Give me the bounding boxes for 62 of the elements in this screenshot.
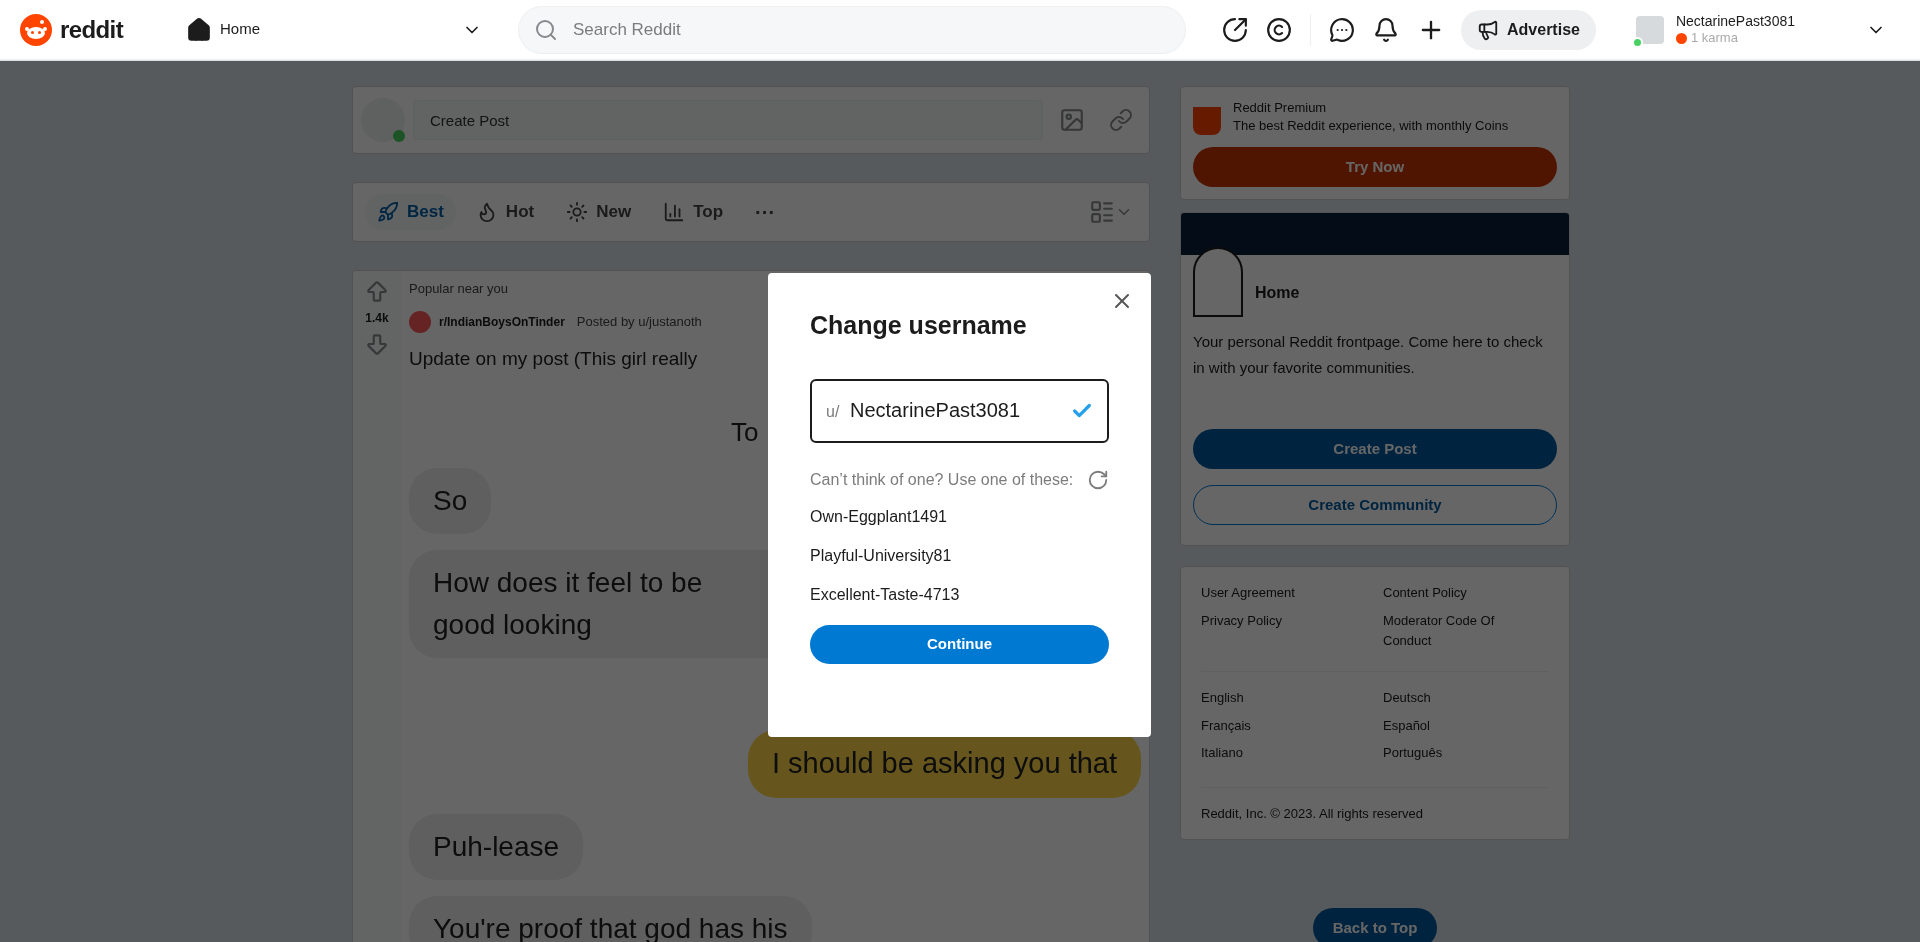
search-field[interactable]: Search Reddit: [518, 5, 1186, 54]
new-sort-icon: [566, 201, 589, 223]
notification-bell-icon[interactable]: [1373, 16, 1399, 43]
message-bubble: So: [409, 468, 492, 534]
chat-header: To: [731, 416, 759, 449]
language-link[interactable]: Português: [1383, 743, 1549, 763]
user-menu[interactable]: NectarinePast3081 1 karma: [1635, 7, 1886, 52]
language-link[interactable]: English: [1201, 688, 1367, 708]
home-title: Home: [1255, 283, 1300, 303]
link-icon[interactable]: [1109, 108, 1133, 132]
post-author: Posted by u/justanoth: [576, 312, 702, 331]
footer-link[interactable]: User Agreement: [1201, 583, 1295, 603]
image-icon[interactable]: [1059, 107, 1085, 133]
suggestion-hint: Can’t think of one? Use one of these:: [810, 469, 1075, 490]
language-link[interactable]: Deutsch: [1383, 688, 1549, 708]
language-link[interactable]: Français: [1201, 715, 1367, 735]
create-post-button[interactable]: Create Post: [1193, 429, 1557, 469]
refresh-icon[interactable]: [1087, 468, 1109, 491]
message-bubble: Puh-lease: [409, 813, 584, 880]
footer-link[interactable]: Content Policy: [1383, 583, 1467, 603]
advertise-button[interactable]: Advertise: [1461, 9, 1596, 50]
home-icon: [186, 16, 212, 43]
back-to-top-button[interactable]: Back to Top: [1312, 908, 1438, 942]
feed-selector[interactable]: Home: [178, 9, 490, 50]
megaphone-icon: [1477, 18, 1499, 41]
language-link[interactable]: Español: [1383, 715, 1549, 735]
sort-tab[interactable]: New: [554, 194, 644, 230]
continue-button[interactable]: Continue: [810, 624, 1109, 664]
post-context: Popular near you: [409, 280, 509, 298]
subreddit-link[interactable]: r/IndianBoysOnTinder: [439, 312, 565, 331]
subreddit-icon: [409, 310, 431, 333]
shield-icon: [1193, 107, 1221, 135]
more-options[interactable]: ···: [743, 197, 788, 227]
language-link[interactable]: Italiano: [1201, 743, 1367, 763]
create-post-field[interactable]: Create Post: [413, 100, 1043, 140]
footer-link[interactable]: Moderator Code Of Conduct: [1383, 611, 1533, 651]
best-sort-icon: [377, 201, 399, 223]
upvote-icon[interactable]: [364, 279, 390, 305]
home-description: Your personal Reddit frontpage. Come here to check in with your favorite communities.: [1192, 332, 1544, 378]
sort-tab[interactable]: Top: [651, 194, 736, 230]
premium-description: The best Reddit experience, with monthly Coins: [1233, 117, 1510, 135]
sort-tab[interactable]: Best: [365, 194, 456, 230]
arrow-circle-icon[interactable]: [1222, 16, 1248, 43]
footer-link[interactable]: Privacy Policy: [1201, 611, 1282, 651]
username-suggestion[interactable]: Own-Eggplant1491: [810, 504, 1109, 529]
vote-count: 1.4k: [365, 310, 389, 327]
alien-logo-icon[interactable]: [20, 13, 52, 46]
sort-tab[interactable]: Hot: [463, 194, 547, 230]
avatar-icon: [361, 98, 405, 142]
search-icon: [534, 17, 558, 42]
username: NectarinePast3081: [1675, 12, 1796, 31]
chat-icon[interactable]: [1329, 16, 1355, 43]
downvote-icon[interactable]: [364, 331, 390, 357]
karma-count: 1 karma: [1675, 30, 1854, 47]
layout-icon: [1089, 199, 1115, 225]
copyright-text: Reddit, Inc. © 2023. All rights reserved: [1201, 804, 1425, 823]
username-prefix: u/: [826, 401, 840, 422]
try-now-button[interactable]: Try Now: [1193, 147, 1557, 187]
wordmark[interactable]: reddit: [60, 11, 124, 48]
dialog-title: Change username: [810, 310, 1028, 341]
premium-title: Reddit Premium: [1233, 99, 1328, 117]
top-sort-icon: [663, 201, 686, 223]
